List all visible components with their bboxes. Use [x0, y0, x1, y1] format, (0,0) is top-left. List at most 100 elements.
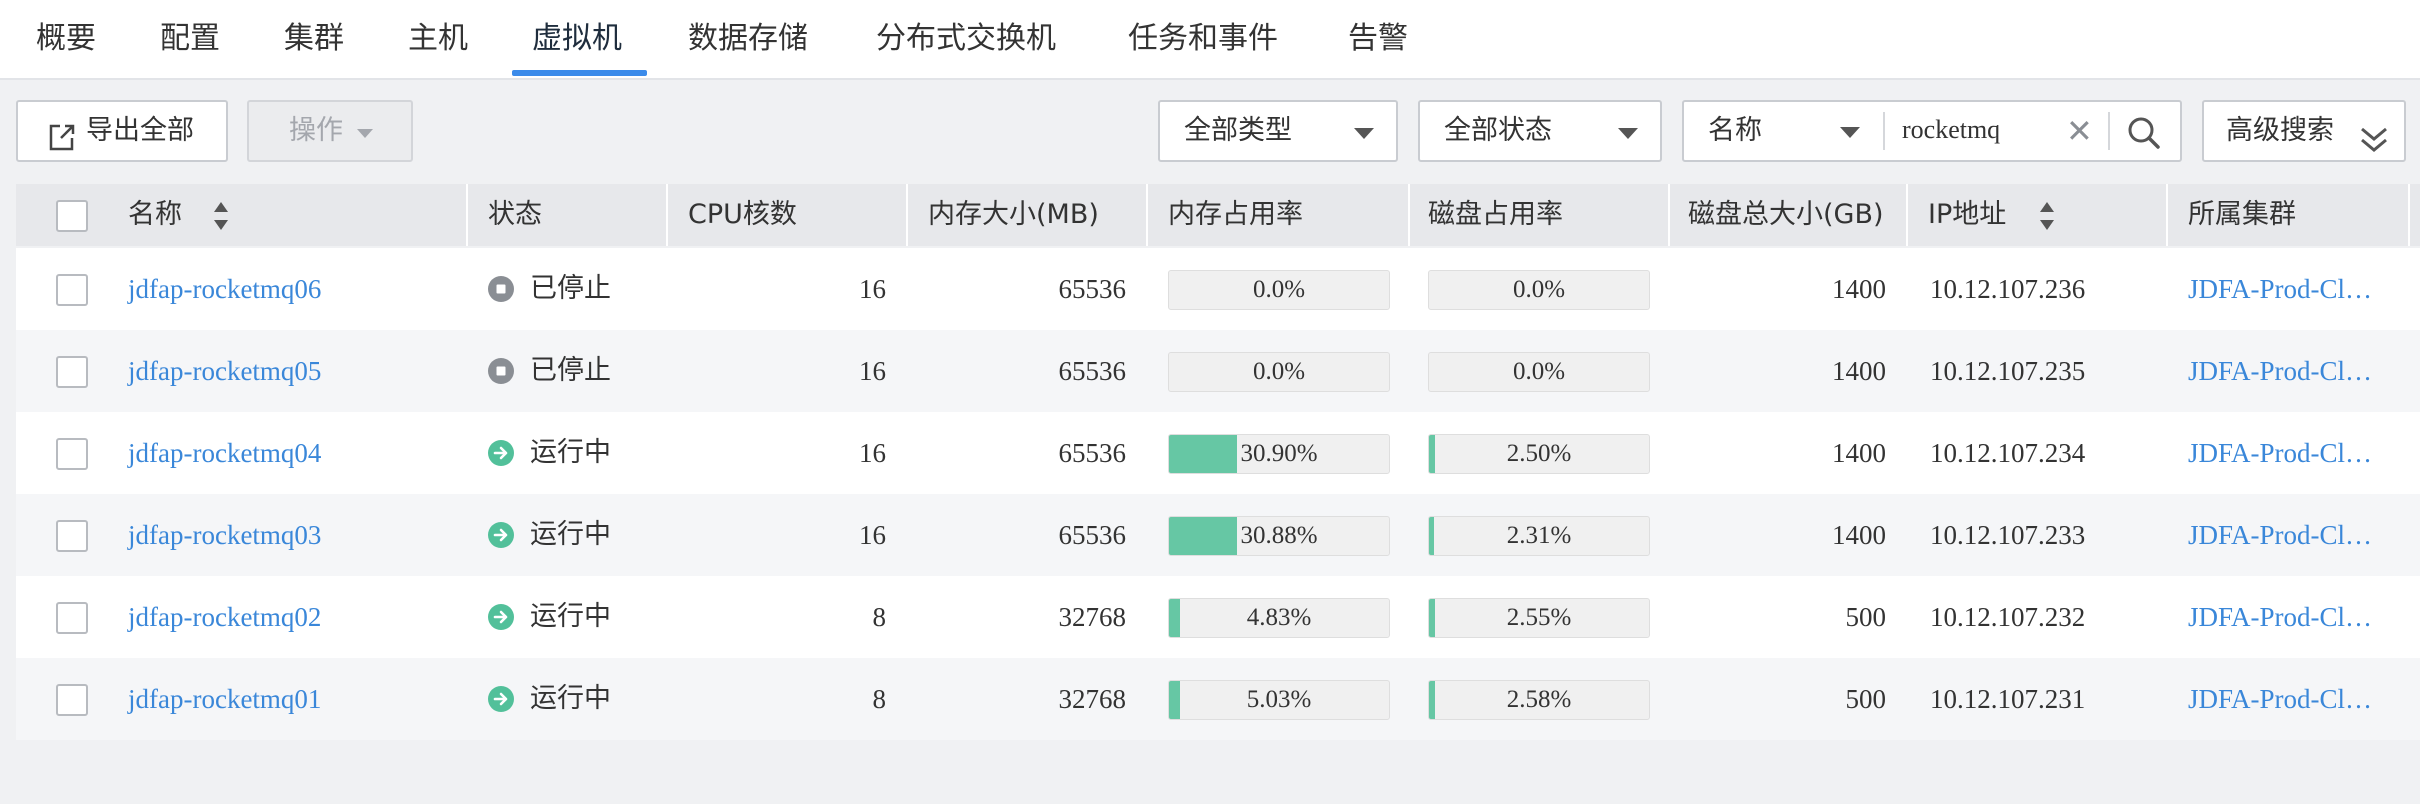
tab-tasks-events[interactable]: 任务和事件 — [1128, 0, 1278, 78]
column-separator — [466, 184, 468, 246]
memory-usage-bar: 0.0% — [1168, 270, 1390, 310]
vm-name-link[interactable]: jdfap-rocketmq05 — [128, 330, 321, 412]
advanced-search-label: 高级搜索 — [2226, 115, 2334, 146]
operate-label: 操作 — [289, 115, 343, 146]
disk-usage-text: 0.0% — [1512, 358, 1566, 385]
search-field-select[interactable]: 名称 — [1684, 102, 1882, 160]
table-row[interactable]: jdfap-rocketmq03 运行中 16 65536 30.88% 2.31% 140… — [16, 494, 2420, 576]
chevron-down-icon — [1840, 127, 1860, 138]
type-filter-select[interactable]: 全部类型 — [1158, 100, 1398, 162]
disk-usage-bar: 0.0% — [1428, 270, 1650, 310]
vm-ip-address: 10.12.107.233 — [1930, 520, 2086, 550]
vm-memory-size: 32768 — [1058, 602, 1127, 632]
sort-icon[interactable] — [212, 200, 230, 232]
arrow-right-circle-icon — [488, 440, 514, 466]
column-header-status: 状态 — [488, 199, 542, 230]
disk-usage-bar: 2.58% — [1428, 680, 1650, 720]
vm-cluster-link[interactable]: JDFA-Prod-Cl… — [2188, 330, 2372, 412]
column-header-disk-total: 磁盘总大小(GB) — [1688, 199, 1884, 230]
column-header-disk-usage: 磁盘占用率 — [1428, 199, 1563, 230]
search-input[interactable] — [1902, 110, 2062, 150]
advanced-search-button[interactable]: 高级搜索 — [2202, 100, 2406, 162]
operate-button[interactable]: 操作 — [247, 100, 413, 162]
vm-cpu: 16 — [859, 520, 886, 550]
vm-status: 运行中 — [530, 601, 611, 632]
memory-usage-bar: 30.88% — [1168, 516, 1390, 556]
vm-cluster-link[interactable]: JDFA-Prod-Cl… — [2188, 576, 2372, 658]
memory-usage-text: 4.83% — [1246, 604, 1312, 631]
column-header-cluster: 所属集群 — [2188, 199, 2296, 230]
clear-search-icon[interactable]: ✕ — [2066, 102, 2093, 160]
column-separator — [1906, 184, 1908, 246]
vm-cpu: 8 — [872, 602, 887, 632]
vm-status: 运行中 — [530, 437, 611, 468]
row-checkbox[interactable] — [56, 438, 88, 470]
table-row[interactable]: jdfap-rocketmq01 运行中 8 32768 5.03% 2.58% 500 10… — [16, 658, 2420, 740]
vm-name-link[interactable]: jdfap-rocketmq03 — [128, 494, 321, 576]
column-separator — [2166, 184, 2168, 246]
vm-cluster-link[interactable]: JDFA-Prod-Cl… — [2188, 248, 2372, 330]
vm-ip-address: 10.12.107.234 — [1930, 438, 2086, 468]
disk-usage-text: 2.50% — [1506, 440, 1572, 467]
row-checkbox[interactable] — [56, 356, 88, 388]
vm-ip-address: 10.12.107.231 — [1930, 684, 2086, 714]
vm-name-link[interactable]: jdfap-rocketmq04 — [128, 412, 321, 494]
disk-usage-text: 2.55% — [1506, 604, 1572, 631]
column-separator — [666, 184, 668, 246]
vm-memory-size: 65536 — [1058, 438, 1127, 468]
row-checkbox[interactable] — [56, 520, 88, 552]
top-navigation: 概要 配置 集群 主机 虚拟机 数据存储 分布式交换机 任务和事件 告警 — [0, 0, 2420, 80]
search-icon[interactable] — [2126, 114, 2162, 150]
active-tab-indicator — [512, 70, 647, 76]
tab-distributed-switch[interactable]: 分布式交换机 — [876, 0, 1056, 78]
tab-alarms[interactable]: 告警 — [1348, 0, 1408, 78]
memory-usage-text: 0.0% — [1252, 276, 1306, 303]
tab-overview[interactable]: 概要 — [36, 0, 96, 78]
chevron-down-icon — [1618, 128, 1638, 139]
export-all-button[interactable]: 导出全部 — [16, 100, 228, 162]
row-checkbox[interactable] — [56, 684, 88, 716]
column-header-memory-usage: 内存占用率 — [1168, 199, 1303, 230]
vm-cluster-link[interactable]: JDFA-Prod-Cl… — [2188, 494, 2372, 576]
column-header-name[interactable]: 名称 — [128, 184, 182, 246]
vm-cpu: 16 — [859, 274, 886, 304]
table-row[interactable]: jdfap-rocketmq02 运行中 8 32768 4.83% 2.55% 500 10… — [16, 576, 2420, 658]
select-all-checkbox[interactable] — [56, 200, 88, 232]
vm-name-link[interactable]: jdfap-rocketmq01 — [128, 658, 321, 740]
disk-usage-bar: 0.0% — [1428, 352, 1650, 392]
memory-usage-bar: 30.90% — [1168, 434, 1390, 474]
vm-cluster-link[interactable]: JDFA-Prod-Cl… — [2188, 412, 2372, 494]
tab-host[interactable]: 主机 — [408, 0, 468, 78]
tab-cluster[interactable]: 集群 — [284, 0, 344, 78]
column-separator — [1668, 184, 1670, 246]
column-header-ip[interactable]: IP地址 — [1928, 184, 2006, 246]
memory-usage-text: 30.88% — [1240, 522, 1318, 549]
disk-usage-text: 2.58% — [1506, 686, 1572, 713]
search-box: 名称 ✕ — [1682, 100, 2182, 162]
sort-icon[interactable] — [2038, 200, 2056, 232]
memory-usage-text: 5.03% — [1246, 686, 1312, 713]
vm-name-link[interactable]: jdfap-rocketmq06 — [128, 248, 321, 330]
table-row[interactable]: jdfap-rocketmq05 已停止 16 65536 0.0% 0.0% 1400 10… — [16, 330, 2420, 412]
tab-config[interactable]: 配置 — [160, 0, 220, 78]
disk-usage-bar: 2.50% — [1428, 434, 1650, 474]
status-filter-value: 全部状态 — [1444, 115, 1552, 146]
status-filter-select[interactable]: 全部状态 — [1418, 100, 1662, 162]
table-row[interactable]: jdfap-rocketmq04 运行中 16 65536 30.90% 2.50% 140… — [16, 412, 2420, 494]
arrow-right-circle-icon — [488, 604, 514, 630]
row-checkbox[interactable] — [56, 274, 88, 306]
export-all-label: 导出全部 — [86, 115, 194, 146]
double-chevron-down-icon — [2358, 118, 2390, 152]
tab-datastore[interactable]: 数据存储 — [688, 0, 808, 78]
disk-usage-bar: 2.55% — [1428, 598, 1650, 638]
tab-vm[interactable]: 虚拟机 — [532, 0, 622, 78]
vm-status: 已停止 — [530, 355, 611, 386]
row-checkbox[interactable] — [56, 602, 88, 634]
vm-memory-size: 65536 — [1058, 520, 1127, 550]
search-divider — [1883, 112, 1885, 150]
vm-cluster-link[interactable]: JDFA-Prod-Cl… — [2188, 658, 2372, 740]
vm-name-link[interactable]: jdfap-rocketmq02 — [128, 576, 321, 658]
vm-ip-address: 10.12.107.235 — [1930, 356, 2086, 386]
vm-cpu: 8 — [872, 684, 887, 714]
table-row[interactable]: jdfap-rocketmq06 已停止 16 65536 0.0% 0.0% 1400 10… — [16, 248, 2420, 330]
